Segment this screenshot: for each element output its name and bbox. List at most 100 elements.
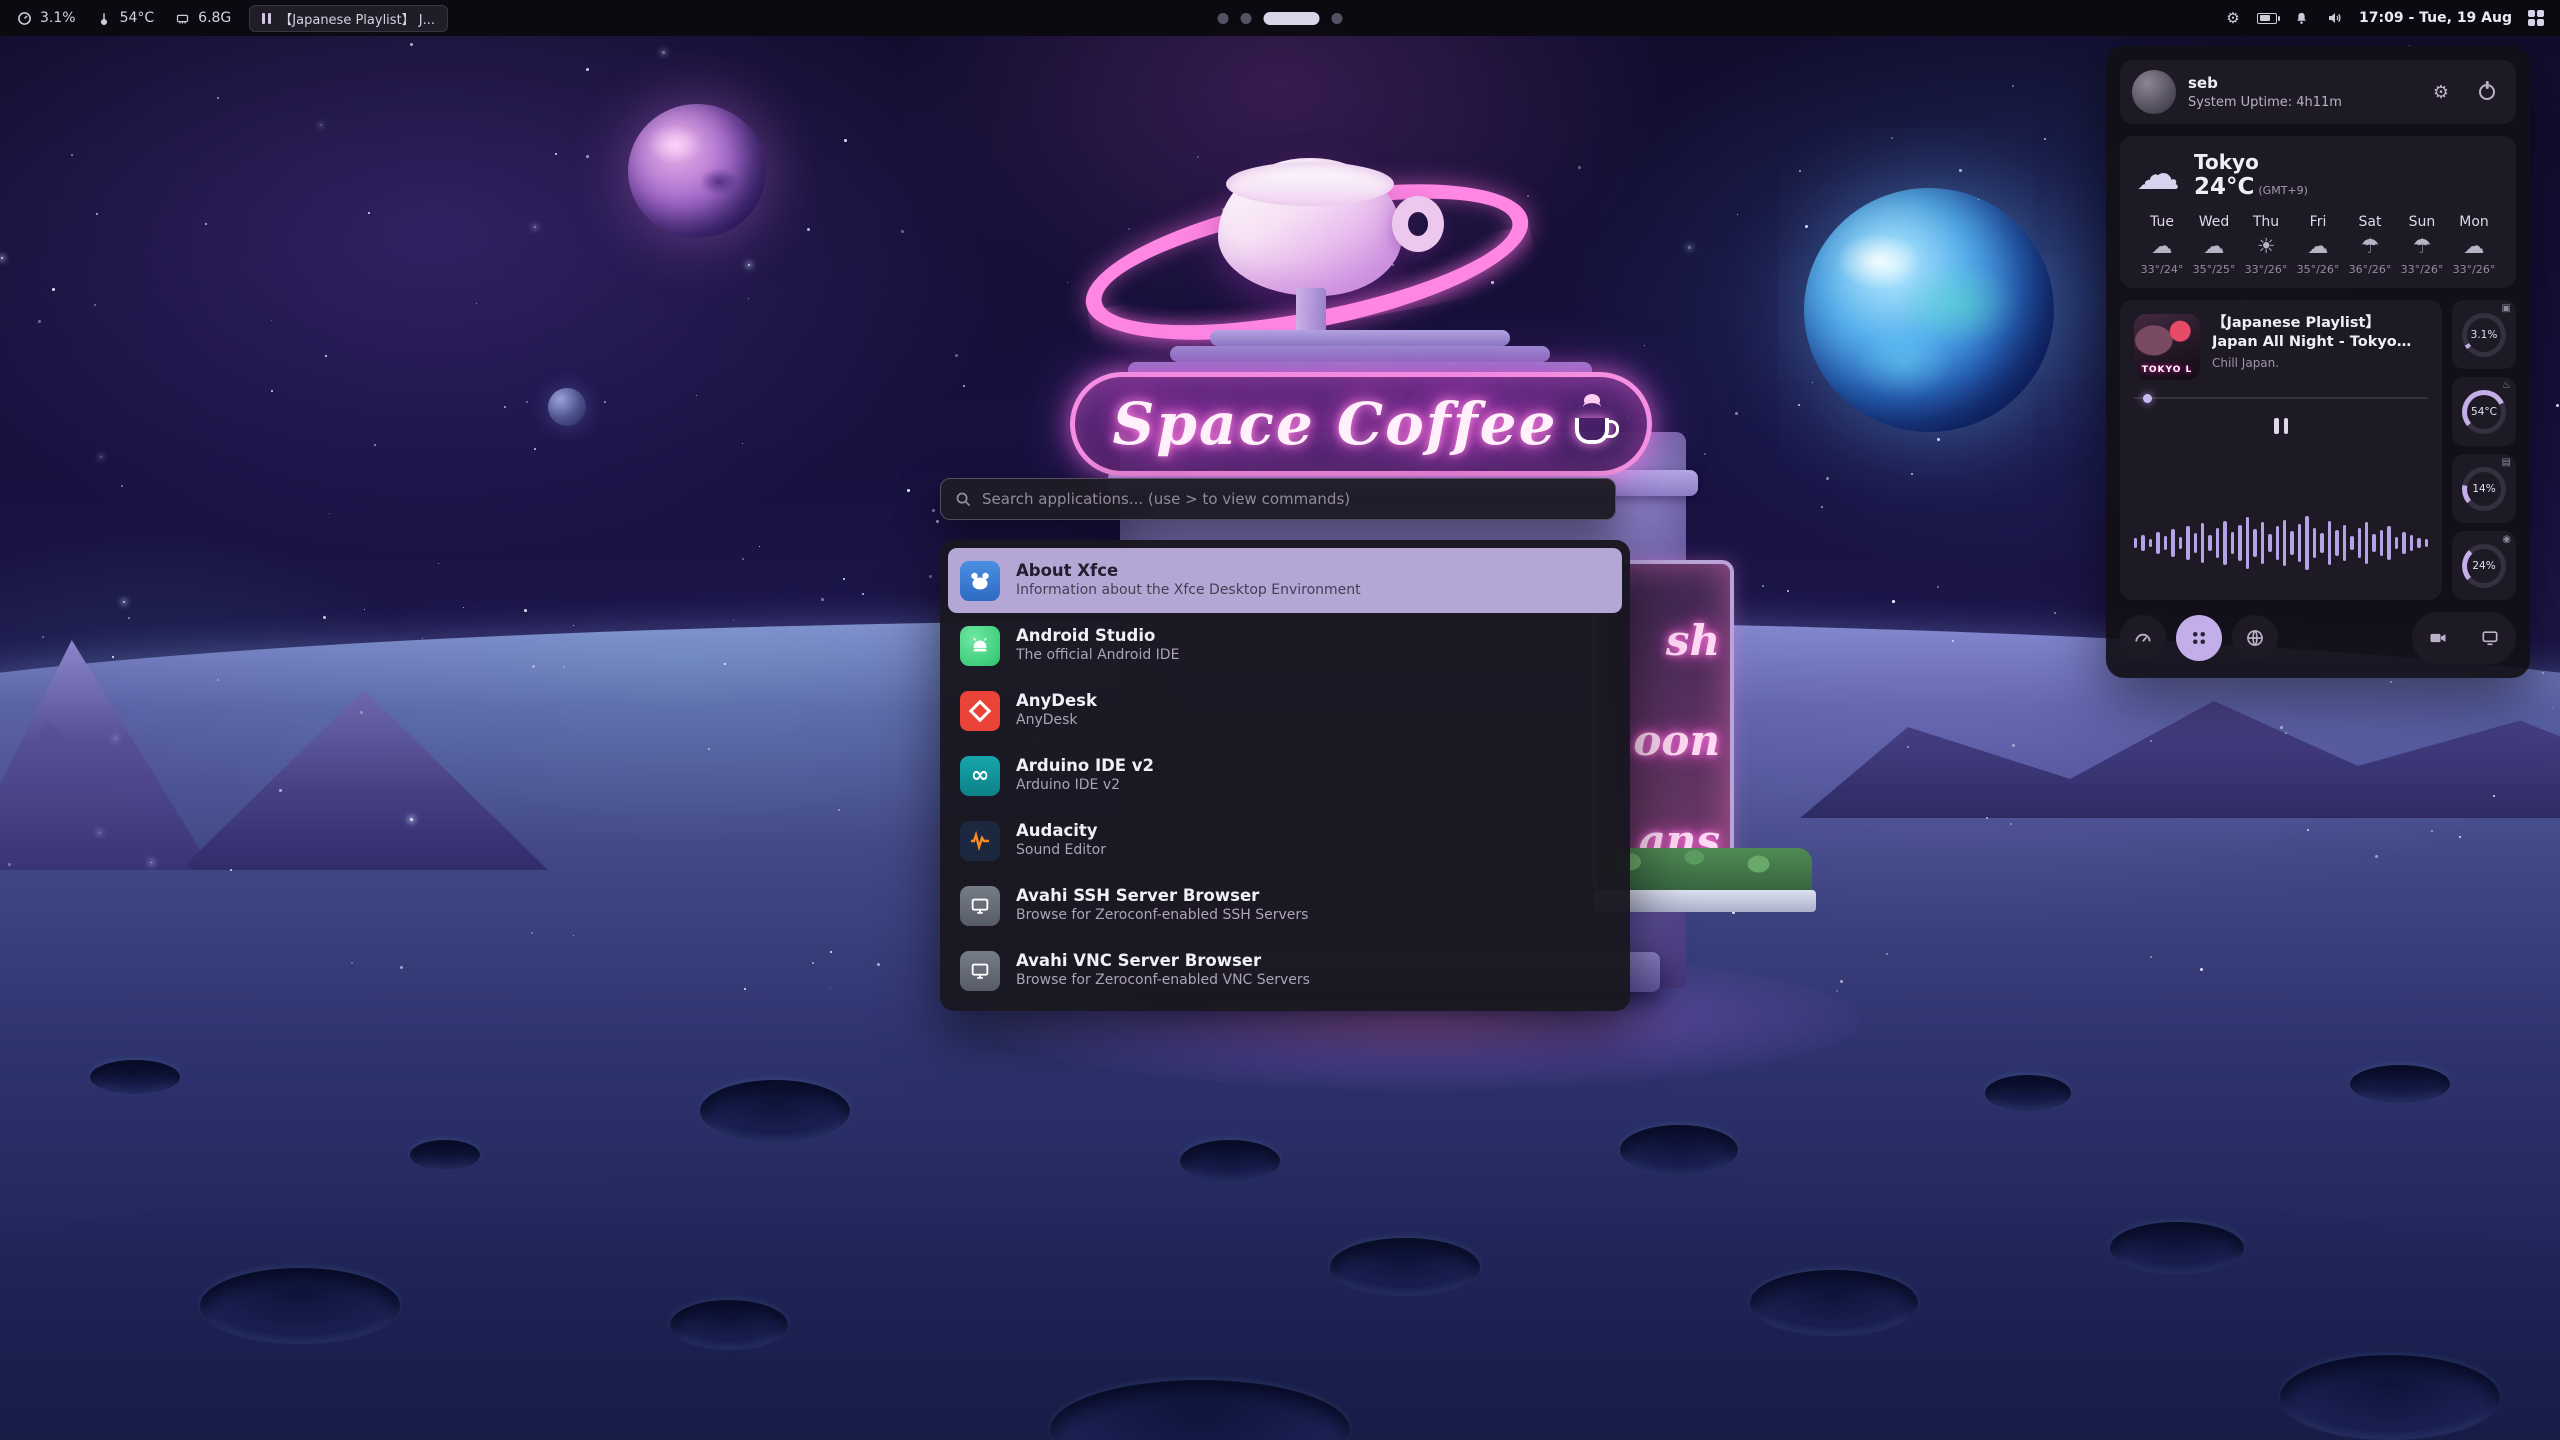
- umbrella-icon: ☂: [2413, 236, 2432, 257]
- memory-indicator[interactable]: 6.8G: [172, 8, 231, 28]
- weather-forecast: Tue☁33°/24° Wed☁35°/25° Thu☀33°/26° Fri☁…: [2136, 214, 2500, 276]
- workspace-dot-active[interactable]: [1264, 12, 1320, 25]
- sign-pole: [1296, 288, 1326, 336]
- roof-step: [1170, 346, 1550, 362]
- server-browser-icon: [960, 951, 1000, 991]
- day-label: Fri: [2310, 214, 2327, 230]
- server-browser-icon: [960, 886, 1000, 926]
- launcher-item-anydesk[interactable]: AnyDeskAnyDesk: [948, 678, 1622, 743]
- now-playing-title: 【Japanese Playlist】 J...: [279, 9, 435, 28]
- cpu-icon: [14, 8, 34, 28]
- weather-city: Tokyo: [2194, 150, 2308, 174]
- user-card: seb System Uptime: 4h11m ⚙: [2120, 60, 2516, 124]
- day-label: Mon: [2459, 214, 2489, 230]
- app-name: Audacity: [1016, 822, 1106, 840]
- launcher-app-list: About Xfce Information about the Xfce Des…: [940, 540, 1630, 1011]
- stats-button[interactable]: [2120, 615, 2166, 661]
- launcher-item-avahi-ssh[interactable]: Avahi SSH Server BrowserBrowse for Zeroc…: [948, 873, 1622, 938]
- seek-handle[interactable]: [2143, 394, 2152, 403]
- launcher-item-avahi-vnc[interactable]: Avahi VNC Server Browser Browse for Zeroc…: [948, 938, 1622, 1003]
- cloud-icon: ☁: [2136, 153, 2180, 197]
- cup-handle: [1392, 196, 1444, 252]
- app-name: Arduino IDE v2: [1016, 757, 1154, 775]
- pause-button[interactable]: [2274, 418, 2288, 434]
- gauge-value: 14%: [2467, 472, 2501, 506]
- app-grid-icon[interactable]: [2526, 8, 2546, 28]
- dashboard-panel: seb System Uptime: 4h11m ⚙ ☁ Tokyo 24°C(…: [2106, 46, 2530, 678]
- launcher-item-audacity[interactable]: Audacity Sound Editor: [948, 808, 1622, 873]
- cpu-indicator[interactable]: 3.1%: [14, 8, 76, 28]
- gear-icon: ⚙: [2433, 82, 2449, 103]
- workspace-indicator[interactable]: [1218, 12, 1343, 25]
- tools-icon[interactable]: ⚙: [2223, 8, 2243, 28]
- cloud-icon: ☁: [2308, 236, 2329, 257]
- neon-sign: Space Coffee: [1070, 372, 1652, 476]
- cloud-icon: ☁: [2152, 236, 2173, 257]
- screencast-button[interactable]: [2415, 615, 2461, 661]
- music-player-card: TOKYO L 【Japanese Playlist】 Japan All Ni…: [2120, 300, 2442, 600]
- app-desc: Browse for Zeroconf-enabled VNC Servers: [1016, 973, 1310, 988]
- battery-icon[interactable]: [2257, 8, 2277, 28]
- temp-value: 54°C: [120, 10, 155, 26]
- app-desc: Information about the Xfce Desktop Envir…: [1016, 583, 1361, 598]
- power-button[interactable]: [2470, 75, 2504, 109]
- track-title: 【Japanese Playlist】 Japan All Night - To…: [2212, 314, 2428, 352]
- gauge-value: 3.1%: [2467, 318, 2501, 352]
- launcher-search-bar[interactable]: [940, 478, 1616, 520]
- cpu-icon: ▣: [2502, 304, 2511, 314]
- now-playing-chip[interactable]: 【Japanese Playlist】 J...: [249, 5, 448, 32]
- workspace-dot[interactable]: [1218, 13, 1229, 24]
- seek-bar[interactable]: [2134, 394, 2428, 402]
- web-button[interactable]: [2232, 615, 2278, 661]
- display-button[interactable]: [2467, 615, 2513, 661]
- app-name: Avahi VNC Server Browser: [1016, 952, 1310, 970]
- day-temps: 35°/26°: [2297, 263, 2340, 276]
- ram-icon: ▤: [2502, 458, 2511, 468]
- gauge-value: 24%: [2467, 549, 2501, 583]
- cpu-gauge: ▣ 3.1%: [2452, 300, 2516, 369]
- weather-timezone: (GMT+9): [2258, 184, 2308, 197]
- app-desc: The official Android IDE: [1016, 648, 1179, 663]
- launcher-item-about-xfce[interactable]: About Xfce Information about the Xfce Des…: [948, 548, 1622, 613]
- workspace-dot[interactable]: [1332, 13, 1343, 24]
- memory-gauge: ▤ 14%: [2452, 454, 2516, 523]
- album-art-label: TOKYO L: [2134, 365, 2200, 375]
- volume-icon[interactable]: [2325, 8, 2345, 28]
- day-temps: 36°/26°: [2349, 263, 2392, 276]
- thermometer-icon: [94, 8, 114, 28]
- launcher-item-arduino[interactable]: ∞ Arduino IDE v2Arduino IDE v2: [948, 743, 1622, 808]
- day-label: Tue: [2150, 214, 2174, 230]
- day-label: Sat: [2359, 214, 2382, 230]
- apps-button[interactable]: [2176, 615, 2222, 661]
- umbrella-icon: ☂: [2361, 236, 2380, 257]
- launcher-item-android-studio[interactable]: Android Studio The official Android IDE: [948, 613, 1622, 678]
- day-label: Sun: [2409, 214, 2436, 230]
- top-bar: 3.1% 54°C 6.8G 【Japanese Playlist】 J... …: [0, 0, 2560, 36]
- forecast-day: Tue☁33°/24°: [2136, 214, 2188, 276]
- power-icon: [2479, 84, 2495, 100]
- roof-step: [1210, 330, 1510, 346]
- disk-gauge: ◉ 24%: [2452, 531, 2516, 600]
- clock[interactable]: 17:09 - Tue, 19 Aug: [2359, 10, 2512, 26]
- window-neon-text: sh: [1666, 616, 1720, 665]
- day-temps: 35°/25°: [2193, 263, 2236, 276]
- gauge-value: 54°C: [2467, 395, 2501, 429]
- workspace-dot[interactable]: [1241, 13, 1252, 24]
- app-desc: Sound Editor: [1016, 843, 1106, 858]
- track-artist: Chill Japan.: [2212, 356, 2428, 370]
- search-input[interactable]: [982, 490, 1601, 508]
- settings-button[interactable]: ⚙: [2424, 75, 2458, 109]
- forecast-day: Wed☁35°/25°: [2188, 214, 2240, 276]
- day-temps: 33°/26°: [2453, 263, 2496, 276]
- android-studio-icon: [960, 626, 1000, 666]
- app-name: Android Studio: [1016, 627, 1179, 645]
- anydesk-icon: [960, 691, 1000, 731]
- app-desc: AnyDesk: [1016, 713, 1097, 728]
- hedge-plants: [1598, 848, 1812, 894]
- bell-icon[interactable]: [2291, 8, 2311, 28]
- app-name: About Xfce: [1016, 562, 1361, 580]
- disk-icon: ◉: [2502, 535, 2511, 545]
- cloud-icon: ☁: [2464, 236, 2485, 257]
- capture-actions: [2412, 612, 2516, 664]
- temp-indicator[interactable]: 54°C: [94, 8, 155, 28]
